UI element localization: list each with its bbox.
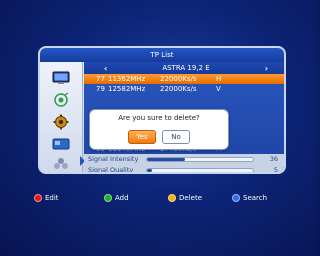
signal-quality: Signal Quality 5	[84, 165, 284, 174]
gear-icon[interactable]	[51, 114, 71, 130]
legend-edit-label: Edit	[45, 194, 59, 202]
legend-search[interactable]: Search	[232, 192, 267, 204]
tp-polarization: H	[216, 75, 222, 83]
legend-add[interactable]: Add	[104, 192, 129, 204]
blue-button-icon	[232, 194, 240, 202]
dialog-message: Are you sure to delete?	[118, 114, 200, 122]
card-icon[interactable]	[51, 136, 71, 152]
signal-intensity: Signal Intensity 36	[84, 154, 284, 165]
satellite-dish-icon[interactable]	[51, 92, 71, 108]
signal-intensity-value: 36	[269, 155, 278, 163]
tp-frequency: 11362MHz	[108, 75, 146, 83]
tp-symbol-rate: 22000Ks/s	[160, 85, 197, 93]
nav-left-arrow[interactable]: ‹	[104, 64, 107, 73]
signal-quality-fill	[147, 169, 153, 172]
satellite-selector[interactable]: ‹ ASTRA 19,2 E ›	[84, 62, 284, 74]
tp-number: 77	[96, 75, 105, 83]
tv-icon[interactable]	[51, 70, 71, 86]
legend-edit[interactable]: Edit	[34, 192, 59, 204]
delete-confirm-dialog: Are you sure to delete? Yes No	[89, 109, 229, 150]
joystick-icon[interactable]	[51, 156, 71, 172]
yellow-button-icon	[168, 194, 176, 202]
legend-add-label: Add	[115, 194, 129, 202]
sidebar	[40, 62, 85, 172]
signal-intensity-label: Signal Intensity	[88, 155, 139, 163]
tp-frequency: 12582MHz	[108, 85, 146, 93]
legend-delete-label: Delete	[179, 194, 202, 202]
nav-right-arrow[interactable]: ›	[265, 64, 268, 73]
tp-number: 79	[96, 85, 105, 93]
screen: TP List ‹ ASTRA 19,2 E › 77 11362MHz 220…	[0, 0, 316, 256]
red-button-icon	[34, 194, 42, 202]
signal-quality-value: 5	[273, 166, 278, 174]
tp-polarization: V	[216, 85, 221, 93]
signal-intensity-bar	[146, 157, 254, 162]
tp-row[interactable]: 77 11362MHz 22000Ks/s H	[84, 74, 284, 84]
legend-search-label: Search	[243, 194, 268, 202]
legend-delete[interactable]: Delete	[168, 192, 202, 204]
signal-quality-label: Signal Quality	[88, 166, 134, 174]
no-button[interactable]: No	[162, 130, 190, 144]
yes-button[interactable]: Yes	[128, 130, 156, 144]
tp-symbol-rate: 22000Ks/s	[160, 75, 197, 83]
signal-intensity-fill	[147, 158, 186, 161]
panel-title: TP List	[40, 48, 284, 62]
green-button-icon	[104, 194, 112, 202]
tp-row[interactable]: 79 12582MHz 22000Ks/s V	[84, 84, 284, 94]
signal-quality-bar	[146, 168, 254, 172]
satellite-name: ASTRA 19,2 E	[162, 64, 210, 72]
